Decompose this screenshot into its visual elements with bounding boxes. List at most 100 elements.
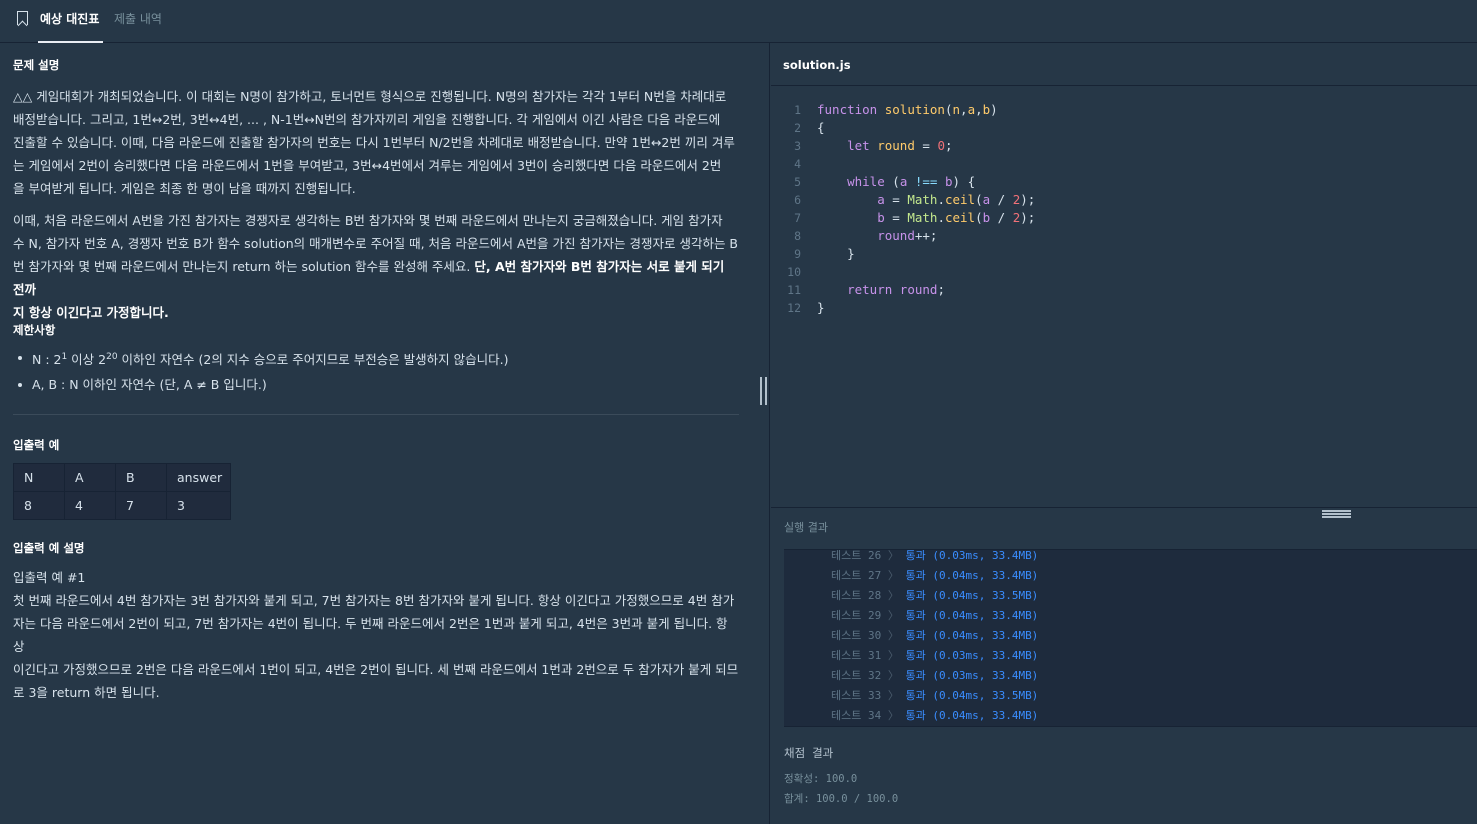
editor-filename: solution.js: [771, 43, 1477, 86]
test-separator: 〉: [887, 589, 899, 602]
description-line: 진출할 수 있습니다. 이때, 다음 라운드에 진출할 참가자의 번호는 다시 …: [13, 135, 735, 150]
task-line: 번 참가자와 몇 번째 라운드에서 만나는지 return 하는 solutio…: [13, 255, 739, 301]
test-row: 테스트 34 〉 통과 (0.04ms, 33.4MB): [831, 706, 1038, 726]
section-divider: [13, 414, 739, 415]
test-separator: 〉: [887, 569, 899, 582]
description-line: 배정받습니다. 그리고, 1번↔2번, 3번↔4번, ... , N-1번↔N번…: [13, 112, 721, 127]
code-editor[interactable]: 1 function solution(n,a,b) 2 { 3 let round…: [771, 86, 1477, 507]
description-line: 을 부여받게 됩니다. 게임은 최종 한 명이 남을 때까지 진행됩니다.: [13, 181, 356, 196]
accuracy-score: 정확성: 100.0: [784, 773, 858, 785]
io-example-label: 입출력 예 #1: [13, 570, 86, 585]
table-cell: 7: [115, 491, 167, 520]
test-status: 통과 (0.03ms, 33.4MB): [905, 549, 1039, 562]
test-row: 테스트 32 〉 통과 (0.03ms, 33.4MB): [831, 666, 1038, 686]
io-table: N A B answer 8 4 7 3: [13, 463, 231, 520]
test-row: 테스트 29 〉 통과 (0.04ms, 33.4MB): [831, 606, 1038, 626]
panel-resize-handle[interactable]: [760, 377, 767, 405]
test-row: 테스트 31 〉 통과 (0.03ms, 33.4MB): [831, 646, 1038, 666]
code-text: }: [817, 246, 855, 261]
test-separator: 〉: [887, 669, 899, 682]
test-separator: 〉: [887, 629, 899, 642]
test-name: 테스트 34: [831, 709, 882, 722]
table-cell: 4: [64, 491, 116, 520]
test-status: 통과 (0.04ms, 33.4MB): [905, 629, 1039, 642]
test-status: 통과 (0.04ms, 33.5MB): [905, 689, 1039, 702]
test-name: 테스트 31: [831, 649, 882, 662]
total-score: 합계: 100.0 / 100.0: [784, 793, 899, 805]
line-number: 8: [794, 229, 801, 243]
io-explain-title: 입출력 예 설명: [13, 541, 85, 555]
constraint-text: N : 2: [32, 352, 62, 368]
test-status: 통과 (0.04ms, 33.5MB): [905, 589, 1039, 602]
code-text: let round = 0;: [847, 138, 953, 153]
test-name: 테스트 28: [831, 589, 882, 602]
test-status: 통과 (0.03ms, 33.4MB): [905, 669, 1039, 682]
task-line: 수 N, 참가자 번호 A, 경쟁자 번호 B가 함수 solution의 매개…: [13, 236, 738, 251]
test-status: 통과 (0.03ms, 33.4MB): [905, 649, 1039, 662]
task-line: 지 항상 이긴다고 가정합니다.: [13, 301, 739, 324]
line-number: 5: [794, 175, 801, 189]
task-line: 이때, 처음 라운드에서 A번을 가진 참가자는 경쟁자로 생각하는 B번 참가…: [13, 213, 723, 228]
test-name: 테스트 30: [831, 629, 882, 642]
test-status: 통과 (0.04ms, 33.4MB): [905, 709, 1039, 722]
test-row: 테스트 27 〉 통과 (0.04ms, 33.4MB): [831, 566, 1038, 586]
tab-expected-bracket[interactable]: 예상 대진표: [14, 0, 104, 43]
problem-panel: 문제 설명 △△ 게임대회가 개최되었습니다. 이 대회는 N명이 참가하고, …: [0, 43, 770, 824]
problem-task: 이때, 처음 라운드에서 A번을 가진 참가자는 경쟁자로 생각하는 B번 참가…: [13, 209, 739, 324]
test-status: 통과 (0.04ms, 33.4MB): [905, 569, 1039, 582]
explanation-line: 자는 다음 라운드에서 2번이 되고, 7번 참가자는 4번이 됩니다. 두 번…: [13, 616, 728, 654]
constraint-text: 이하인 자연수 (2의 지수 승으로 주어지므로 부전승은 발생하지 않습니다.…: [117, 352, 509, 368]
description-line: 는 게임에서 2번이 승리했다면 다음 라운드에서 1번을 부여받고, 3번↔4…: [13, 158, 722, 173]
line-number: 9: [794, 247, 801, 261]
code-text: a = Math.ceil(a / 2);: [877, 192, 1036, 207]
test-separator: 〉: [887, 609, 899, 622]
score-title: 채점 결과: [784, 746, 834, 760]
line-number: 7: [794, 211, 801, 225]
line-number: 10: [787, 265, 801, 279]
table-cell: 8: [13, 491, 65, 520]
code-text: function solution(n,a,b): [817, 102, 998, 117]
tab-label-active: 예상 대진표: [40, 12, 100, 26]
problem-description: △△ 게임대회가 개최되었습니다. 이 대회는 N명이 참가하고, 토너먼트 형…: [13, 85, 739, 200]
bookmark-icon[interactable]: [17, 11, 28, 25]
results-resize-handle[interactable]: [1322, 510, 1351, 518]
explanation-line: 첫 번째 라운드에서 4번 참가자는 3번 참가자와 붙게 되고, 7번 참가자…: [13, 593, 735, 608]
code-text: while (a !== b) {: [847, 174, 976, 189]
superscript: 20: [106, 352, 118, 362]
constraint-item: N : 21 이상 220 이하인 자연수 (2의 지수 승으로 주어지므로 부…: [0, 344, 509, 371]
constraints-list: N : 21 이상 220 이하인 자연수 (2의 지수 승으로 주어지므로 부…: [0, 344, 509, 398]
test-name: 테스트 27: [831, 569, 882, 582]
code-text: {: [817, 120, 825, 135]
description-line: △△ 게임대회가 개최되었습니다. 이 대회는 N명이 참가하고, 토너먼트 형…: [13, 89, 727, 104]
table-header-row: N A B answer: [13, 463, 231, 492]
line-number: 12: [787, 301, 801, 315]
test-separator: 〉: [887, 549, 899, 562]
test-row: 테스트 26 〉 통과 (0.03ms, 33.4MB): [831, 549, 1039, 566]
top-tab-bar: 예상 대진표 제출 내역: [0, 0, 1477, 43]
io-explanation: 입출력 예 #1 첫 번째 라운드에서 4번 참가자는 3번 참가자와 붙게 되…: [13, 566, 739, 704]
tab-submission-history[interactable]: 제출 내역: [114, 0, 162, 43]
test-row: 테스트 33 〉 통과 (0.04ms, 33.5MB): [831, 686, 1038, 706]
test-name: 테스트 26: [831, 549, 882, 562]
table-header-cell: answer: [166, 463, 231, 492]
test-separator: 〉: [887, 689, 899, 702]
test-name: 테스트 29: [831, 609, 882, 622]
problem-section-title: 문제 설명: [13, 58, 60, 72]
results-title: 실행 결과: [784, 521, 828, 534]
line-number: 2: [794, 121, 801, 135]
table-header-cell: N: [13, 463, 65, 492]
constraint-text: 이상 2: [67, 352, 107, 368]
code-text: return round;: [847, 282, 945, 297]
line-number: 4: [794, 157, 801, 171]
tab-label-inactive: 제출 내역: [114, 12, 162, 26]
line-number: 1: [794, 103, 801, 117]
test-separator: 〉: [887, 649, 899, 662]
io-title: 입출력 예: [13, 438, 60, 452]
table-cell: 3: [166, 491, 231, 520]
constraints-title: 제한사항: [13, 323, 56, 337]
task-text: 번 참가자와 몇 번째 라운드에서 만나는지 return 하는 solutio…: [13, 259, 471, 274]
results-divider: [771, 507, 1477, 508]
explanation-line: 로 3을 return 하면 됩니다.: [13, 685, 160, 700]
test-results-list[interactable]: 테스트 26 〉 통과 (0.03ms, 33.4MB) 테스트 27 〉 통과…: [784, 549, 1477, 727]
code-text: }: [817, 300, 825, 315]
